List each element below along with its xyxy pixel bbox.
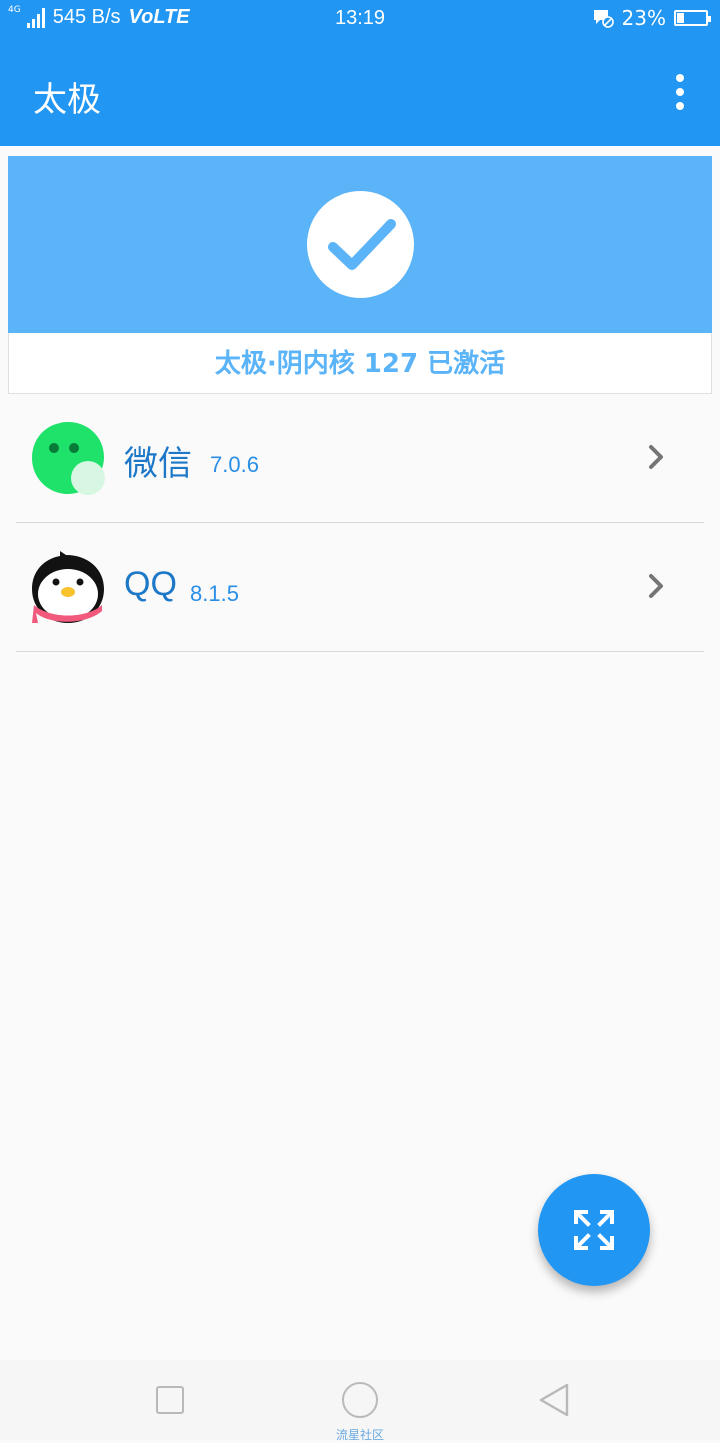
app-bar: 太极: [0, 38, 720, 146]
app-name: 微信: [124, 445, 192, 483]
status-bar: 4G 545 B/s VoLTE 13:19 23%: [0, 0, 720, 38]
back-button[interactable]: [537, 1382, 571, 1418]
recent-apps-button[interactable]: [156, 1386, 184, 1414]
chevron-right-icon: [649, 445, 663, 469]
chevron-right-icon: [649, 574, 663, 598]
check-circle: [307, 191, 414, 298]
qq-penguin-icon: [32, 551, 104, 623]
app-name: QQ: [124, 565, 177, 603]
expand-fab-button[interactable]: [538, 1174, 650, 1286]
battery-percent: 23%: [621, 6, 666, 30]
app-list-item-wechat[interactable]: 微信 7.0.6: [16, 394, 704, 523]
more-options-icon[interactable]: [674, 74, 686, 110]
wechat-icon: [32, 422, 105, 495]
notification-muted-icon: [593, 10, 614, 28]
app-version: 8.1.5: [190, 581, 239, 606]
system-nav-bar: 流星社区: [0, 1360, 720, 1442]
page-title: 太极: [33, 80, 101, 120]
app-list-item-qq[interactable]: QQ 8.1.5: [16, 523, 704, 652]
activation-status-card: 太极·阴内核 127 已激活: [8, 156, 712, 394]
battery-icon: [674, 10, 711, 26]
expand-arrows-icon: [574, 1210, 614, 1250]
activation-status-text: 太极·阴内核 127 已激活: [214, 349, 506, 379]
watermark-text: 流星社区: [335, 1428, 384, 1442]
battery-fill: [677, 13, 684, 23]
app-version: 7.0.6: [210, 452, 259, 477]
status-right: 23%: [592, 6, 711, 30]
checkmark-icon: [328, 219, 396, 270]
home-button[interactable]: [342, 1382, 378, 1418]
